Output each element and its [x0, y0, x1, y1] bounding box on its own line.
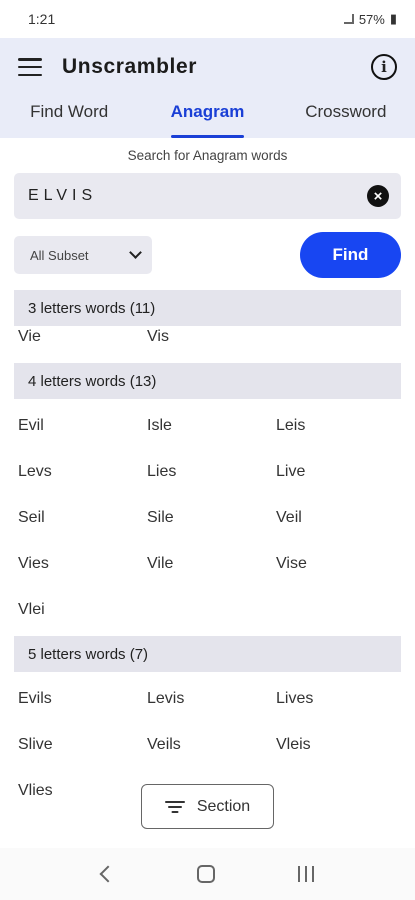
- word-item[interactable]: Isle: [147, 417, 172, 435]
- section-button[interactable]: Section: [141, 784, 274, 829]
- section-header-4-letters: 4 letters words (13): [14, 363, 401, 399]
- word-item[interactable]: Vise: [276, 555, 307, 573]
- app-title: Unscrambler: [62, 55, 197, 78]
- word-item[interactable]: Evil: [18, 417, 44, 435]
- word-item[interactable]: Vleis: [276, 736, 311, 754]
- search-box: ×: [14, 173, 401, 219]
- word-item[interactable]: Seil: [18, 509, 45, 527]
- status-icons: 57% ▮: [343, 11, 397, 27]
- word-item[interactable]: Veil: [276, 509, 302, 527]
- status-bar: 1:21 57% ▮: [0, 0, 415, 38]
- search-input[interactable]: [28, 187, 367, 205]
- filter-list-icon: [164, 800, 185, 813]
- word-item[interactable]: Lives: [276, 690, 313, 708]
- status-time: 1:21: [28, 11, 56, 27]
- nav-home-icon[interactable]: [196, 865, 215, 883]
- tab-crossword[interactable]: Crossword: [277, 96, 415, 138]
- tab-find-word[interactable]: Find Word: [0, 96, 138, 138]
- chevron-down-icon: [129, 246, 142, 259]
- battery-icon: ▮: [389, 11, 397, 26]
- signal-icon: [343, 14, 354, 24]
- system-nav-bar: [0, 848, 415, 900]
- app-header: Unscrambler i Find Word Anagram Crosswor…: [0, 38, 415, 138]
- word-item[interactable]: Vis: [147, 328, 169, 346]
- word-item[interactable]: Live: [276, 463, 305, 481]
- word-item[interactable]: Vies: [18, 555, 49, 573]
- search-caption: Search for Anagram words: [127, 148, 288, 163]
- word-item[interactable]: Evils: [18, 690, 52, 708]
- subset-dropdown-label: All Subset: [30, 247, 89, 263]
- word-item[interactable]: Levis: [147, 690, 184, 708]
- section-header-3-letters: 3 letters words (11): [14, 290, 401, 326]
- menu-icon[interactable]: [18, 58, 42, 76]
- find-button[interactable]: Find: [300, 232, 401, 278]
- tab-anagram[interactable]: Anagram: [138, 96, 276, 138]
- battery-level: 57%: [358, 11, 385, 27]
- section-header-5-letters: 5 letters words (7): [14, 636, 401, 672]
- subset-dropdown[interactable]: All Subset: [14, 236, 152, 274]
- word-item[interactable]: Sile: [147, 509, 174, 527]
- word-item[interactable]: Slive: [18, 736, 53, 754]
- tab-bar: Find Word Anagram Crossword: [0, 96, 415, 138]
- word-item[interactable]: Vlei: [18, 601, 45, 619]
- word-item[interactable]: Leis: [276, 417, 305, 435]
- clear-icon[interactable]: ×: [367, 185, 389, 207]
- nav-back-icon[interactable]: [99, 865, 116, 883]
- word-item[interactable]: Lies: [147, 463, 176, 481]
- nav-recents-icon[interactable]: [297, 866, 314, 882]
- info-icon[interactable]: i: [371, 54, 397, 80]
- section-button-label: Section: [196, 797, 251, 815]
- app-bar: Unscrambler i: [0, 38, 415, 96]
- word-item[interactable]: Levs: [18, 463, 52, 481]
- word-item[interactable]: Vie: [18, 328, 41, 346]
- word-item[interactable]: Veils: [147, 736, 181, 754]
- word-item[interactable]: Vile: [147, 555, 173, 573]
- word-item[interactable]: Vlies: [18, 782, 53, 800]
